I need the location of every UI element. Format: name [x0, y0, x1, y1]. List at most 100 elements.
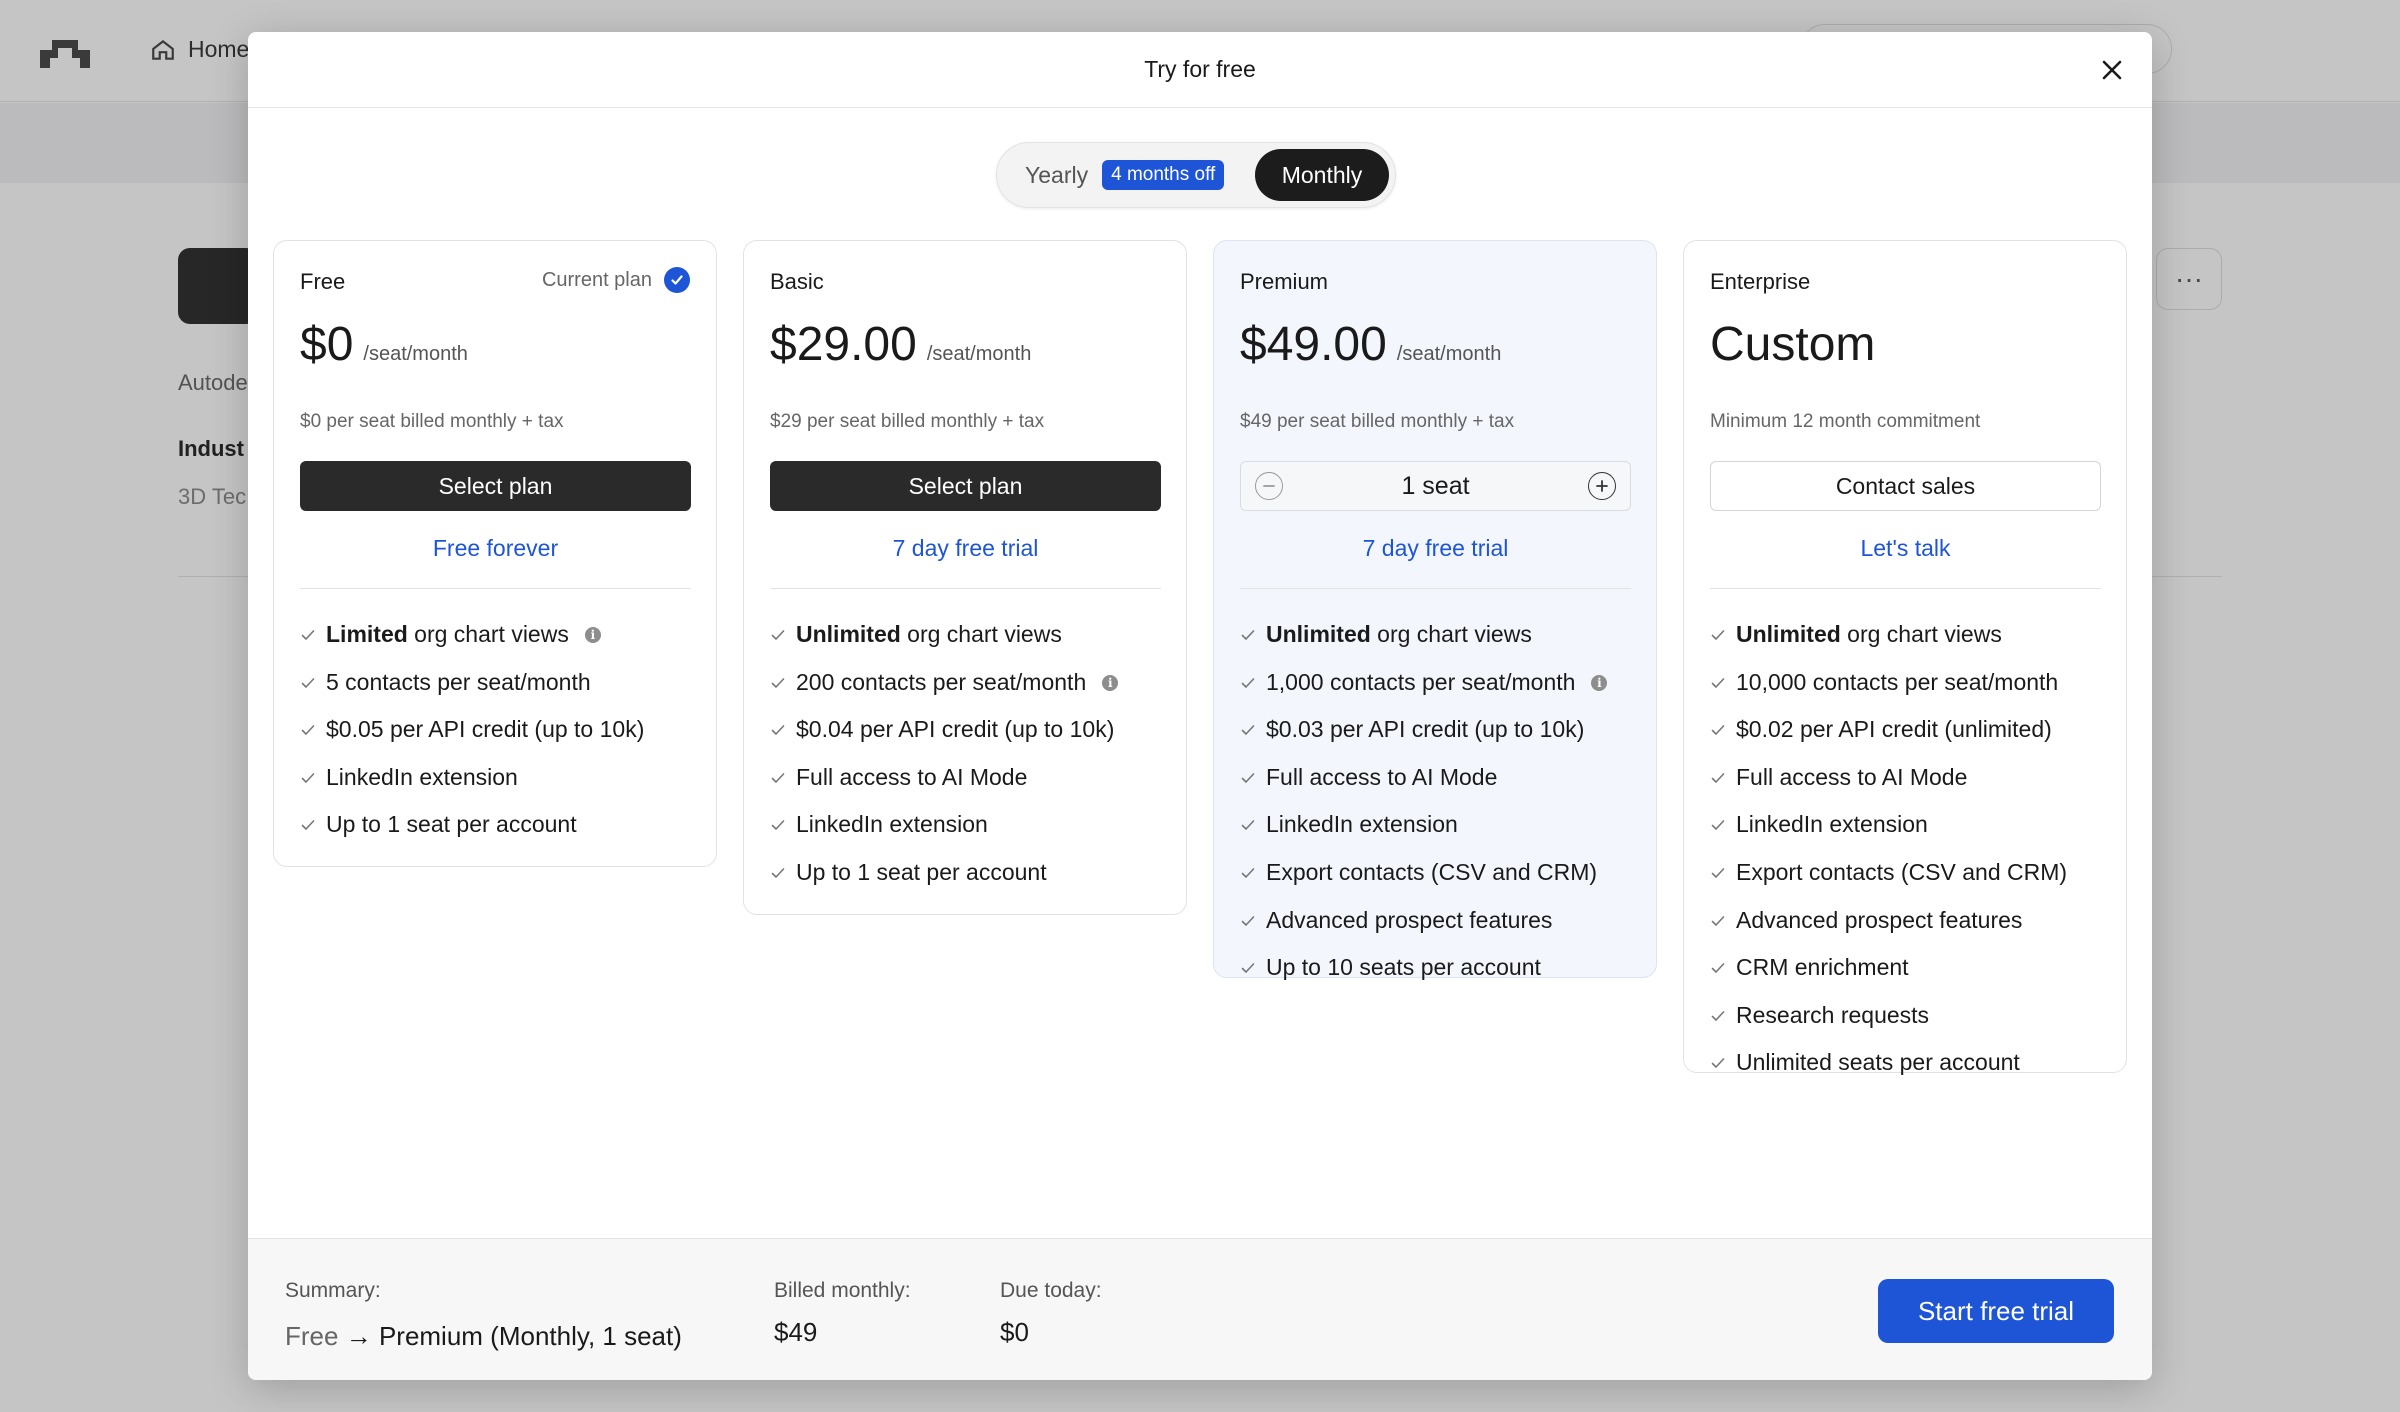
feature-label: Advanced prospect features — [1266, 906, 1553, 933]
feature-item: Advanced prospect features — [1710, 907, 2067, 955]
close-button[interactable] — [2096, 54, 2128, 86]
feature-label: LinkedIn extension — [1736, 811, 1928, 838]
increase-seats-button[interactable] — [1587, 472, 1616, 500]
plan-card-enterprise: Enterprise Custom Minimum 12 month commi… — [1683, 240, 2127, 1076]
close-icon — [2102, 60, 2122, 80]
feature-label: org chart views — [1370, 621, 1532, 647]
card-divider — [770, 588, 1161, 589]
info-icon[interactable]: i — [1102, 674, 1119, 691]
billed-value: $49 — [774, 1317, 818, 1347]
plan-card-premium: Premium $49.00 /seat/month $49 per seat … — [1213, 240, 1657, 980]
check-icon — [1241, 963, 1255, 973]
check-icon — [1241, 630, 1255, 640]
feature-text: LinkedIn extension — [796, 811, 988, 838]
yearly-label: Yearly — [1025, 161, 1089, 188]
card-divider — [1710, 588, 2101, 589]
seat-count: 1 seat — [1401, 471, 1470, 500]
feature-text: Limited org chart views — [326, 621, 569, 648]
feature-item: Unlimited org chart views — [770, 621, 1118, 669]
feature-item: $0.04 per API credit (up to 10k) — [770, 716, 1118, 764]
modal-header: Try for free — [248, 32, 2152, 108]
contact-sales-button[interactable]: Contact sales — [1710, 461, 2101, 511]
minus-icon — [1263, 485, 1275, 487]
feature-label: 200 contacts per seat/month — [796, 668, 1087, 695]
feature-item: Full access to AI Mode — [770, 764, 1118, 812]
feature-label: org chart views — [1840, 621, 2002, 647]
seat-stepper: 1 seat — [1240, 461, 1631, 511]
billed-label: Billed monthly: — [774, 1279, 911, 1302]
feature-label: Full access to AI Mode — [796, 763, 1028, 790]
billing-option-yearly[interactable]: Yearly 4 months off — [1003, 149, 1242, 201]
feature-item: Up to 10 seats per account — [1240, 954, 1607, 1002]
select-plan-button[interactable]: Select plan — [770, 461, 1161, 511]
lets-talk-link[interactable]: Let's talk — [1710, 535, 2101, 562]
feature-text: $0.03 per API credit (up to 10k) — [1266, 716, 1584, 743]
plan-name: Premium — [1240, 269, 1329, 294]
check-icon — [1241, 725, 1255, 735]
billing-note: $29 per seat billed monthly + tax — [770, 411, 1045, 432]
card-divider — [1240, 588, 1631, 589]
feature-label: $0.04 per API credit (up to 10k) — [796, 716, 1115, 743]
feature-text: LinkedIn extension — [1266, 811, 1458, 838]
price-row: $29.00 /seat/month — [770, 317, 1031, 372]
feature-item: Advanced prospect features — [1240, 907, 1607, 955]
feature-label: $0.05 per API credit (up to 10k) — [326, 716, 645, 743]
arrow-right-icon: → — [345, 1321, 372, 1351]
feature-emphasis: Unlimited — [1266, 621, 1371, 647]
feature-emphasis: Unlimited — [796, 621, 901, 647]
feature-item: $0.05 per API credit (up to 10k) — [300, 716, 644, 764]
price-row: $0 /seat/month — [300, 317, 468, 372]
feature-label: Unlimited seats per account — [1736, 1049, 2020, 1076]
billing-note: $49 per seat billed monthly + tax — [1240, 411, 1515, 432]
info-icon[interactable]: i — [584, 627, 601, 643]
feature-item: $0.03 per API credit (up to 10k) — [1240, 716, 1607, 764]
check-icon — [301, 725, 315, 735]
feature-text: Export contacts (CSV and CRM) — [1736, 859, 2067, 886]
feature-item: Full access to AI Mode — [1240, 764, 1607, 812]
trial-link[interactable]: Free forever — [300, 535, 691, 562]
feature-text: $0.02 per API credit (unlimited) — [1736, 716, 2052, 743]
plan-name: Free — [300, 269, 346, 294]
feature-text: 1,000 contacts per seat/month — [1266, 669, 1575, 696]
feature-text: Up to 1 seat per account — [796, 859, 1047, 886]
feature-text: Unlimited org chart views — [1266, 621, 1532, 648]
select-plan-button[interactable]: Select plan — [300, 461, 691, 511]
feature-list: Unlimited org chart views 200 contacts pe… — [770, 621, 1119, 907]
check-icon — [771, 868, 785, 878]
info-icon[interactable]: i — [1591, 674, 1608, 691]
trial-link[interactable]: 7 day free trial — [1240, 535, 1631, 562]
feature-label: Research requests — [1736, 1001, 1930, 1028]
start-free-trial-button[interactable]: Start free trial — [1878, 1279, 2114, 1343]
decrease-seats-button[interactable] — [1255, 472, 1283, 500]
check-icon — [771, 677, 785, 688]
due-value: $0 — [1000, 1317, 1029, 1347]
plan-card-free: Free Current plan $0 /seat/month $0 per … — [273, 240, 717, 867]
feature-text: $0.05 per API credit (up to 10k) — [326, 716, 644, 743]
feature-label: Export contacts (CSV and CRM) — [1736, 858, 2068, 885]
feature-label: Advanced prospect features — [1736, 906, 2023, 933]
billing-option-monthly[interactable]: Monthly — [1255, 149, 1389, 201]
check-icon — [771, 820, 785, 831]
feature-item: Export contacts (CSV and CRM) — [1240, 859, 1607, 907]
plan-price: $49.00 — [1240, 318, 1387, 371]
feature-item: Unlimited org chart views — [1710, 621, 2067, 669]
check-icon — [1711, 868, 1725, 878]
feature-item: 10,000 contacts per seat/month — [1710, 669, 2067, 717]
feature-label: CRM enrichment — [1736, 954, 1909, 981]
feature-text: Advanced prospect features — [1736, 907, 2022, 934]
check-icon — [771, 630, 785, 640]
check-icon — [1711, 1058, 1725, 1069]
feature-text: Unlimited org chart views — [796, 621, 1062, 648]
price-unit: /seat/month — [1396, 343, 1502, 365]
check-icon — [771, 725, 785, 735]
feature-label: LinkedIn extension — [1266, 811, 1458, 838]
billing-note: Minimum 12 month commitment — [1710, 411, 1981, 432]
feature-label: Up to 1 seat per account — [796, 858, 1047, 885]
plan-price: $29.00 — [770, 318, 917, 371]
summary-label: Summary: — [285, 1279, 381, 1302]
trial-link[interactable]: 7 day free trial — [770, 535, 1161, 562]
feature-item: Limited org chart views i — [300, 621, 644, 669]
feature-item: 5 contacts per seat/month — [300, 669, 644, 717]
feature-list: Unlimited org chart views 1,000 contacts … — [1240, 621, 1608, 1002]
feature-emphasis: Limited — [326, 621, 408, 647]
